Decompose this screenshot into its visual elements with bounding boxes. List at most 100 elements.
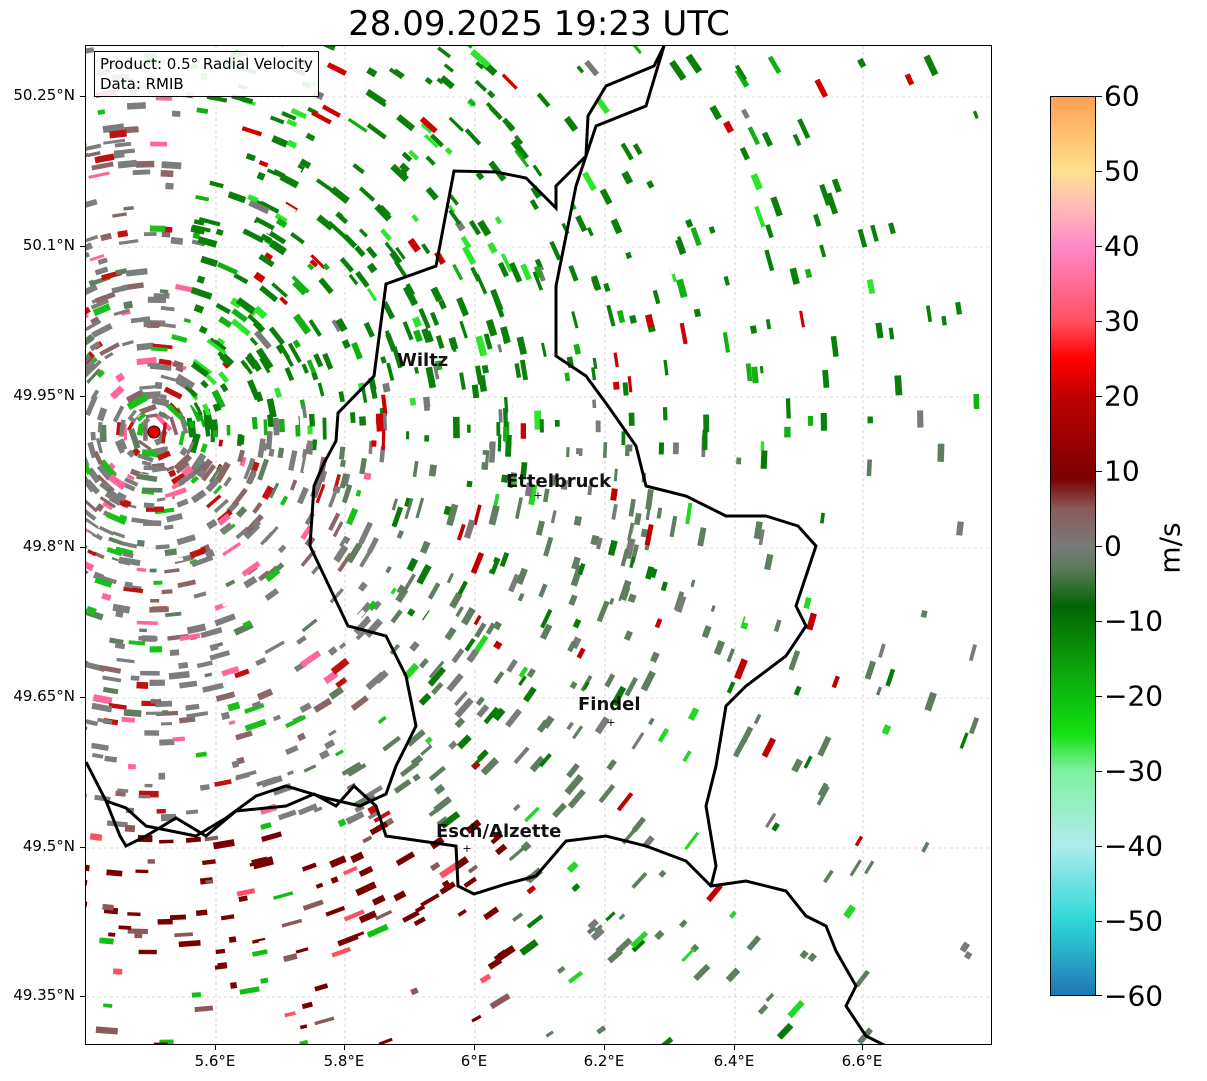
velocity-gate [218,316,233,329]
velocity-gate [163,524,174,530]
velocity-gate [699,590,709,602]
velocity-gate [814,78,829,98]
velocity-gate [168,671,190,680]
velocity-gate [409,397,417,406]
velocity-gate [185,703,200,711]
velocity-gate [98,525,115,536]
velocity-gate [165,611,182,618]
velocity-gate [148,1029,168,1033]
velocity-gate [95,1026,119,1035]
velocity-gate [375,909,393,921]
velocity-gate [669,515,678,538]
velocity-gate [522,544,532,563]
radar-map[interactable]: + + + [85,45,992,1045]
velocity-gate [433,202,446,215]
velocity-gate [123,206,134,211]
velocity-gate [121,541,138,549]
velocity-gate [857,57,867,69]
velocity-gate [687,707,700,721]
velocity-gate [402,573,416,594]
velocity-gate [803,596,812,610]
velocity-gate [118,925,132,930]
velocity-gate [108,536,124,546]
velocity-gate [757,1004,769,1015]
velocity-gate [628,498,636,517]
velocity-gate [615,937,633,954]
colorbar-tick-label: 20 [1104,379,1140,413]
velocity-gate [751,630,761,643]
velocity-gate [474,527,486,546]
velocity-gate [164,548,178,557]
velocity-gate [231,487,248,507]
velocity-gate [878,643,886,659]
colorbar-tick-label: −50 [1104,904,1164,938]
velocity-gate [159,289,169,294]
velocity-gate [989,882,991,892]
velocity-gate [568,264,579,282]
velocity-gate [222,542,242,557]
velocity-gate [385,332,397,352]
velocity-gate [170,236,184,245]
velocity-gate [621,170,634,185]
velocity-gate [444,147,453,155]
velocity-gate [331,946,351,958]
velocity-gate [138,949,157,955]
velocity-gate [791,758,804,773]
velocity-gate [765,992,775,1003]
velocity-gate [807,952,817,963]
velocity-gate [849,859,862,877]
velocity-gate [613,468,618,482]
velocity-gate [407,237,421,253]
velocity-gate [658,442,665,455]
velocity-gate [277,544,287,554]
velocity-gate [403,555,410,565]
velocity-gate [149,225,166,232]
velocity-gate [590,325,598,342]
velocity-gate [301,862,317,872]
velocity-gate [427,582,441,600]
velocity-gate [299,1039,309,1044]
velocity-gate [676,278,688,299]
velocity-gate [86,863,90,872]
velocity-gate [658,538,667,547]
velocity-gate [200,379,209,389]
velocity-gate [799,949,809,960]
velocity-gate [429,311,440,326]
velocity-gate [330,657,350,675]
velocity-gate [662,347,669,362]
velocity-gate [185,836,202,843]
velocity-gate [289,479,298,491]
velocity-gate [366,923,389,938]
velocity-gate [508,261,523,283]
velocity-gate [121,340,134,347]
velocity-gate [425,186,439,201]
velocity-gate [627,46,642,55]
velocity-gate [662,407,668,421]
velocity-gate [761,737,776,758]
velocity-gate [149,646,163,653]
velocity-gate [628,412,635,426]
velocity-gate [406,608,416,617]
velocity-gate [322,263,330,271]
velocity-gate [455,46,474,49]
velocity-gate [178,940,201,948]
velocity-gate [268,448,275,457]
velocity-gate [283,953,298,963]
velocity-gate [793,685,802,696]
velocity-gate [592,399,597,409]
velocity-gate [150,699,162,704]
velocity-gate [131,517,153,525]
velocity-gate [412,460,419,478]
colorbar-tick-label: −60 [1104,979,1164,1013]
velocity-gate [573,343,581,355]
velocity-gate [672,442,679,455]
velocity-gate [460,235,472,249]
velocity-gate [215,228,224,236]
velocity-gate [134,658,152,665]
velocity-gate [745,363,753,382]
velocity-gate [516,336,528,356]
velocity-gate [800,1023,818,1042]
velocity-gate [315,882,324,889]
velocity-gate [390,609,403,624]
velocity-gate [181,898,202,907]
